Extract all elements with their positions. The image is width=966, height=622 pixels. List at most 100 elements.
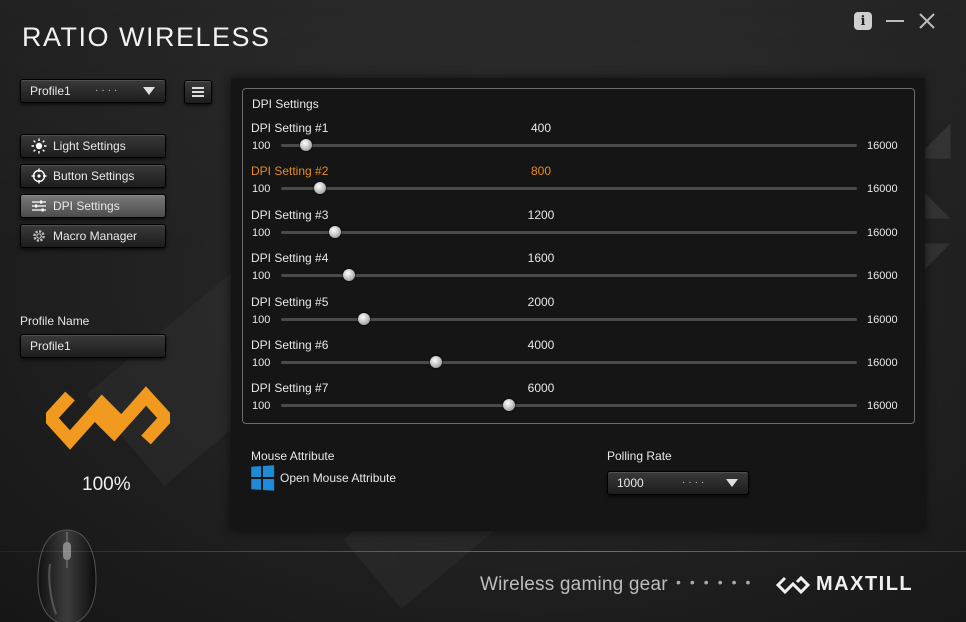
- brand-logo-icon: [46, 386, 170, 450]
- dpi-slider-thumb[interactable]: [299, 139, 312, 151]
- dpi-setting-row: DPI Setting #5 2000 100 16000: [243, 295, 914, 335]
- dpi-slider-track[interactable]: [281, 225, 857, 238]
- dpi-max-label: 16000: [867, 140, 898, 152]
- footer-divider: [0, 551, 966, 552]
- info-icon: i: [854, 12, 872, 30]
- dpi-settings-box: DPI Settings DPI Setting #1 400 100 16000 DP…: [242, 88, 915, 424]
- dpi-slider-thumb[interactable]: [328, 225, 341, 238]
- dpi-max-label: 16000: [867, 226, 898, 239]
- dpi-setting-label: DPI Setting #4: [251, 251, 329, 266]
- sliders-icon: [31, 198, 47, 214]
- profile-select-dots: ····: [95, 85, 121, 96]
- dpi-max-label: 16000: [867, 270, 898, 283]
- gear-icon: [31, 228, 47, 244]
- profile-name-value: Profile1: [30, 339, 71, 353]
- dpi-min-label: 100: [252, 226, 271, 239]
- dpi-setting-row: DPI Setting #6 4000 100 16000: [243, 338, 914, 378]
- nav-dpi-settings[interactable]: DPI Settings: [20, 194, 166, 218]
- dpi-panel: DPI Settings DPI Setting #1 400 100 16000 DP…: [231, 78, 925, 531]
- dpi-slider-track[interactable]: [281, 139, 857, 151]
- chevron-down-icon: [726, 479, 738, 487]
- dpi-slider-thumb[interactable]: [430, 356, 443, 368]
- dpi-min-label: 100: [252, 140, 271, 152]
- dpi-setting-row: DPI Setting #7 6000 100 16000: [243, 381, 914, 421]
- window-controls: i: [852, 10, 938, 32]
- dpi-slider-track[interactable]: [281, 399, 857, 412]
- profile-menu-button[interactable]: [184, 80, 212, 104]
- dpi-slider-track[interactable]: [281, 182, 857, 195]
- open-mouse-attribute-label: Open Mouse Attribute: [280, 471, 397, 485]
- dpi-slider-track[interactable]: [281, 269, 857, 282]
- battery-level: 100%: [82, 474, 131, 495]
- nav-label: Button Settings: [53, 169, 135, 183]
- maxtill-brand: MAXTILL: [776, 573, 913, 596]
- dpi-setting-value: 4000: [527, 338, 555, 352]
- dpi-setting-label: DPI Setting #3: [251, 207, 329, 222]
- polling-rate-select[interactable]: 1000 ····: [607, 471, 749, 495]
- dpi-slider-thumb[interactable]: [314, 182, 327, 195]
- profile-select[interactable]: Profile1 ····: [20, 79, 166, 103]
- dpi-min-label: 100: [252, 270, 271, 283]
- dpi-min-label: 100: [252, 313, 271, 326]
- dpi-setting-value: 400: [530, 121, 552, 135]
- dpi-setting-value: 2000: [527, 294, 555, 309]
- chevron-down-icon: [143, 87, 155, 95]
- dpi-setting-row: DPI Setting #1 400 100 16000: [243, 121, 914, 161]
- maxtill-brand-text: MAXTILL: [816, 573, 914, 595]
- nav-label: Light Settings: [53, 139, 126, 153]
- dpi-slider-track[interactable]: [281, 312, 857, 325]
- close-button[interactable]: [916, 10, 938, 32]
- profile-name-label: Profile Name: [20, 314, 90, 328]
- nav-macro-manager[interactable]: Macro Manager: [20, 224, 166, 248]
- dpi-slider-track[interactable]: [281, 356, 857, 368]
- dpi-settings-title: DPI Settings: [252, 97, 319, 111]
- mouse-image: [37, 529, 97, 622]
- dpi-setting-label: DPI Setting #6: [251, 338, 329, 352]
- background-watermark: ◢◣◤: [907, 110, 959, 290]
- profile-name-field[interactable]: Profile1: [20, 334, 166, 358]
- minimize-icon: [886, 20, 904, 22]
- dpi-max-label: 16000: [867, 313, 898, 326]
- open-mouse-attribute-link[interactable]: Open Mouse Attribute: [250, 465, 397, 491]
- windows-icon: [251, 465, 275, 491]
- dpi-min-label: 100: [252, 357, 271, 369]
- dpi-setting-label: DPI Setting #2: [251, 164, 329, 179]
- dpi-setting-row: DPI Setting #4 1600 100 16000: [243, 251, 914, 291]
- dpi-max-label: 16000: [867, 357, 898, 369]
- dpi-setting-value: 1600: [527, 251, 555, 266]
- app-window: ◢◣◤ RATIO WIRELESS i Profile1 ···· Light…: [0, 0, 966, 622]
- footer-tagline: Wireless gaming gear: [480, 574, 668, 595]
- mouse-attribute-label: Mouse Attribute: [251, 449, 335, 463]
- app-title: RATIO WIRELESS: [22, 22, 271, 52]
- dpi-setting-label: DPI Setting #5: [251, 294, 329, 309]
- nav-label: Macro Manager: [53, 229, 138, 243]
- polling-rate-value: 1000: [617, 476, 644, 490]
- footer-dots: ••••••: [676, 574, 760, 590]
- dpi-setting-row: DPI Setting #2 800 100 16000: [243, 164, 914, 204]
- polling-rate-dots: ····: [682, 477, 708, 488]
- profile-select-value: Profile1: [30, 84, 71, 98]
- sun-icon: [31, 138, 47, 154]
- polling-rate-label: Polling Rate: [607, 449, 672, 463]
- nav-button-settings[interactable]: Button Settings: [20, 164, 166, 188]
- dpi-setting-row: DPI Setting #3 1200 100 16000: [243, 208, 914, 248]
- dpi-slider-thumb[interactable]: [357, 312, 370, 325]
- dpi-slider-thumb[interactable]: [502, 399, 515, 412]
- dpi-slider-thumb[interactable]: [343, 269, 356, 282]
- dpi-min-label: 100: [252, 183, 271, 196]
- nav-label: DPI Settings: [53, 199, 120, 213]
- dpi-max-label: 16000: [867, 400, 898, 413]
- dpi-setting-label: DPI Setting #7: [251, 381, 329, 396]
- info-button[interactable]: i: [852, 10, 874, 32]
- dpi-max-label: 16000: [867, 183, 898, 196]
- dpi-setting-value: 1200: [527, 207, 555, 222]
- maxtill-logo-icon: [776, 575, 810, 594]
- close-icon: [919, 13, 935, 29]
- hamburger-icon: [192, 87, 204, 97]
- dpi-min-label: 100: [252, 400, 271, 413]
- nav-light-settings[interactable]: Light Settings: [20, 134, 166, 158]
- minimize-button[interactable]: [884, 10, 906, 32]
- dpi-setting-value: 800: [530, 164, 552, 179]
- crosshair-icon: [31, 168, 47, 184]
- dpi-setting-value: 6000: [527, 381, 555, 396]
